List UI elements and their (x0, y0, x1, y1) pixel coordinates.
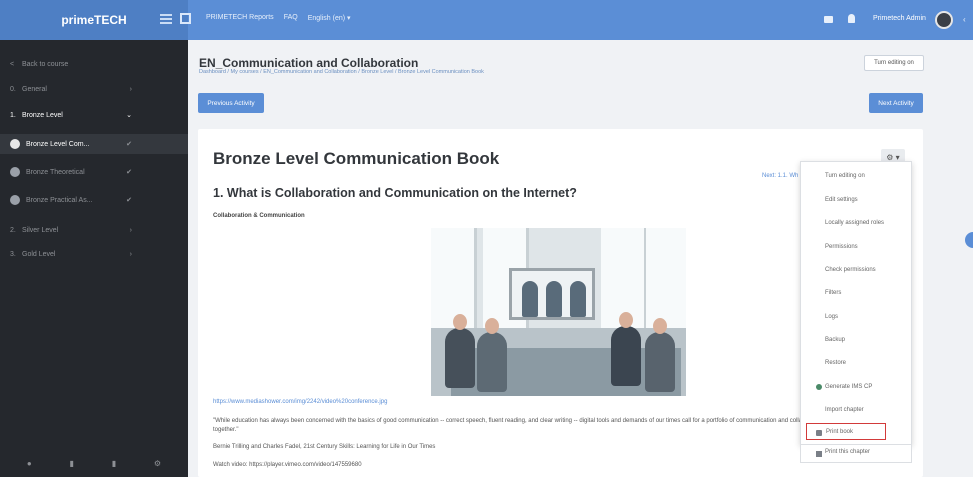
sidebar-item-bronze-practical[interactable]: Bronze Practical As... ✔ (0, 190, 188, 210)
menu-item-check-permissions[interactable]: Check permissions (801, 261, 913, 279)
menu-icon[interactable] (160, 14, 172, 24)
check-icon: ✔ (126, 141, 132, 148)
sidebar: < Back to course 0. General › 1. Bronze … (0, 40, 188, 477)
check-icon: ✔ (126, 197, 132, 204)
book-title: Bronze Level Communication Book (213, 149, 500, 168)
nav-reports-link[interactable]: PRIMETECH Reports (206, 14, 274, 22)
sidebar-item-silver-level[interactable]: 2. Silver Level › (0, 220, 188, 240)
section-subheading: Collaboration & Communication (213, 213, 305, 219)
nav-faq-link[interactable]: FAQ (284, 14, 298, 22)
book-icon (10, 139, 20, 149)
avatar[interactable] (935, 11, 953, 29)
settings-dropdown-menu: Turn editing on Edit settings Locally as… (800, 161, 912, 445)
sidebar-item-bronze-communication-book[interactable]: Bronze Level Com... ✔ (0, 134, 188, 154)
fullscreen-icon[interactable] (180, 13, 191, 24)
watch-video-link[interactable]: Watch video: https://player.vimeo.com/vi… (213, 462, 362, 468)
quote-attribution: Bernie Trilling and Charles Fadel, 21st … (213, 444, 436, 450)
sidebar-item-gold-level[interactable]: 3. Gold Level › (0, 244, 188, 264)
previous-activity-button[interactable]: Previous Activity (198, 93, 264, 113)
quiz-icon (10, 167, 20, 177)
chevron-down-icon: ⌄ (126, 112, 132, 119)
user-name[interactable]: Primetech Admin (873, 15, 926, 22)
menu-item-import-chapter[interactable]: Import chapter (801, 401, 913, 419)
next-activity-button[interactable]: Next Activity (869, 93, 923, 113)
language-menu[interactable]: English (en) ▾ (308, 14, 351, 22)
print-icon (816, 430, 822, 436)
sidebar-item-bronze-theoretical[interactable]: Bronze Theoretical ✔ (0, 162, 188, 182)
menu-item-label: Print this chapter (825, 449, 871, 455)
menu-item-label: Print book (826, 428, 854, 435)
menu-item-filters[interactable]: Filters (801, 284, 913, 302)
menu-item-backup[interactable]: Backup (801, 331, 913, 349)
chevron-right-icon: › (129, 226, 132, 234)
chevron-right-icon: › (129, 250, 132, 258)
menu-item-locally-assigned-roles[interactable]: Locally assigned roles (801, 214, 913, 232)
menu-item-turn-editing-on[interactable]: Turn editing on (801, 167, 913, 185)
message-icon[interactable] (824, 16, 833, 23)
sidebar-item-bronze-level[interactable]: 1. Bronze Level ⌄ (0, 105, 188, 125)
share-icon[interactable]: ● (27, 459, 32, 468)
sidebar-item-back[interactable]: < Back to course (0, 54, 188, 74)
menu-item-label: Generate IMS CP (825, 384, 873, 390)
menu-item-generate-ims-cp[interactable]: Generate IMS CP (801, 378, 913, 396)
sidebar-footer: ● ▮ ▮ ⚙ (0, 450, 188, 477)
print-icon (816, 451, 822, 457)
check-icon: ✔ (126, 169, 132, 176)
turn-editing-on-button[interactable]: Turn editing on (864, 55, 924, 71)
menu-item-edit-settings[interactable]: Edit settings (801, 191, 913, 209)
next-chapter-link[interactable]: Next: 1.1. Wh (762, 173, 798, 179)
image-source-link[interactable]: https://www.mediashower.com/img/2242/vid… (213, 399, 387, 405)
top-nav-links: PRIMETECH Reports FAQ English (en) ▾ (206, 14, 351, 22)
document-icon[interactable]: ▮ (70, 459, 74, 468)
menu-item-print-chapter[interactable]: Print this chapter (800, 445, 912, 463)
page-title: EN_Communication and Collaboration (199, 56, 419, 70)
chapter-title: 1. What is Collaboration and Communicati… (213, 186, 577, 200)
sidebar-item-general[interactable]: 0. General › (0, 79, 188, 99)
menu-item-logs[interactable]: Logs (801, 308, 913, 326)
video-conference-image (431, 228, 686, 396)
gear-icon[interactable]: ⚙ (154, 459, 161, 468)
chevron-right-icon: › (129, 85, 132, 93)
assignment-icon (10, 195, 20, 205)
menu-item-restore[interactable]: Restore (801, 354, 913, 372)
breadcrumb[interactable]: Dashboard / My courses / EN_Communicatio… (199, 69, 484, 75)
bell-icon[interactable] (848, 14, 855, 23)
package-icon (816, 384, 822, 390)
menu-item-permissions[interactable]: Permissions (801, 238, 913, 256)
menu-item-print-book[interactable]: Print book (806, 423, 886, 440)
bookmark-icon[interactable]: ▮ (112, 459, 116, 468)
top-navbar: primeTECH PRIMETECH Reports FAQ English … (0, 0, 973, 40)
chevron-left-icon[interactable]: ‹ (963, 15, 966, 24)
